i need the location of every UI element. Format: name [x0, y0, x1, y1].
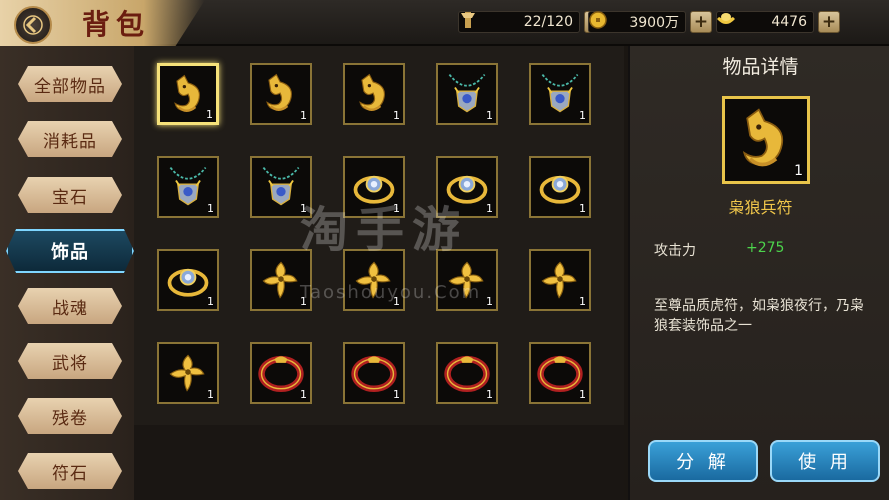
slot-qty: 1	[486, 109, 493, 122]
ingot-icon	[714, 8, 738, 32]
category-war-souls[interactable]: 战魂	[18, 288, 122, 324]
use-button[interactable]: 使 用	[770, 440, 880, 482]
bag-capacity-resource: 22/120 +	[458, 10, 606, 34]
slot-qty: 1	[207, 388, 214, 401]
category-all-items[interactable]: 全部物品	[18, 66, 122, 102]
inventory-slot-wolf-talisman[interactable]: 1	[343, 63, 405, 125]
watermark-url: Taoshouyou.Com	[300, 282, 482, 303]
ring-icon	[167, 268, 209, 297]
slot-qty: 1	[206, 108, 213, 121]
category-rune-stones[interactable]: 符石	[18, 453, 122, 489]
red-bracelet-icon	[351, 355, 397, 392]
decompose-button[interactable]: 分 解	[648, 440, 758, 482]
red-bracelet-icon	[444, 355, 490, 392]
stat-label: 攻击力	[654, 243, 696, 259]
category-consumables[interactable]: 消耗品	[18, 121, 122, 157]
inventory-slot-necklace[interactable]: 1	[157, 156, 219, 218]
inventory-slot-ring[interactable]: 1	[529, 156, 591, 218]
inventory-slot-gold-charm[interactable]: 1	[529, 249, 591, 311]
back-arrow-icon	[23, 15, 43, 35]
inventory-slot-ring[interactable]: 1	[157, 249, 219, 311]
slot-qty: 1	[207, 295, 214, 308]
slot-qty: 1	[486, 295, 493, 308]
wolf-talisman-icon	[266, 73, 292, 111]
wolf-talisman-icon	[359, 73, 385, 111]
ingot-resource: 4476 +	[716, 10, 840, 34]
detail-item-qty: 1	[794, 163, 803, 179]
item-name: 枭狼兵符	[728, 198, 793, 217]
red-bracelet-icon	[258, 355, 304, 392]
stat-value: +275	[746, 240, 785, 256]
category-generals[interactable]: 武将	[18, 343, 122, 379]
watermark: 淘手游	[300, 202, 469, 258]
inventory-slot-red-bracelet[interactable]: 1	[250, 342, 312, 404]
category-accessories[interactable]: 饰品	[6, 229, 134, 273]
slot-qty: 1	[579, 109, 586, 122]
inventory-slot-wolf-talisman[interactable]: 1	[250, 63, 312, 125]
item-detail-panel: 物品详情 1 枭狼兵符 攻击力 +275 至尊品质虎符，如枭狼夜行，乃枭狼套装饰…	[628, 46, 889, 500]
necklace-icon	[448, 73, 486, 113]
necklace-icon	[541, 73, 579, 113]
slot-qty: 1	[579, 202, 586, 215]
gold-resource: 3900万 +	[588, 10, 712, 34]
item-description: 至尊品质虎符，如枭狼夜行，乃枭狼套装饰品之一	[654, 298, 864, 334]
detail-item-slot: 1	[722, 96, 810, 184]
slot-qty: 1	[579, 388, 586, 401]
slot-qty: 1	[207, 202, 214, 215]
category-fragments[interactable]: 残卷	[18, 398, 122, 434]
gold-charm-icon	[169, 354, 205, 392]
inventory-slot-gold-charm[interactable]: 1	[157, 342, 219, 404]
inventory-slot-necklace[interactable]: 1	[529, 63, 591, 125]
inventory-slot-necklace[interactable]: 1	[436, 63, 498, 125]
slot-qty: 1	[300, 109, 307, 122]
necklace-icon	[169, 166, 207, 206]
slot-qty: 1	[393, 109, 400, 122]
inventory-grid-footer	[134, 425, 624, 500]
gold-charm-icon	[262, 261, 298, 299]
slot-qty: 1	[579, 295, 586, 308]
slot-qty: 1	[486, 388, 493, 401]
slot-qty: 1	[486, 202, 493, 215]
red-bracelet-icon	[537, 355, 583, 392]
ring-icon	[539, 175, 581, 204]
category-gems[interactable]: 宝石	[18, 177, 122, 213]
inventory-slot-red-bracelet[interactable]: 1	[529, 342, 591, 404]
necklace-icon	[262, 166, 300, 206]
inventory-slot-wolf-talisman[interactable]: 1	[157, 63, 219, 125]
detail-title: 物品详情	[722, 56, 799, 78]
bag-capacity-icon	[456, 8, 480, 32]
page-title: 背包	[82, 8, 151, 41]
gold-coin-icon	[586, 8, 610, 32]
slot-qty: 1	[393, 388, 400, 401]
back-button[interactable]	[14, 6, 52, 44]
slot-qty: 1	[300, 388, 307, 401]
gold-add-button[interactable]: +	[690, 11, 712, 33]
inventory-slot-red-bracelet[interactable]: 1	[436, 342, 498, 404]
inventory-slot-red-bracelet[interactable]: 1	[343, 342, 405, 404]
ingot-add-button[interactable]: +	[818, 11, 840, 33]
gold-charm-icon	[541, 261, 577, 299]
